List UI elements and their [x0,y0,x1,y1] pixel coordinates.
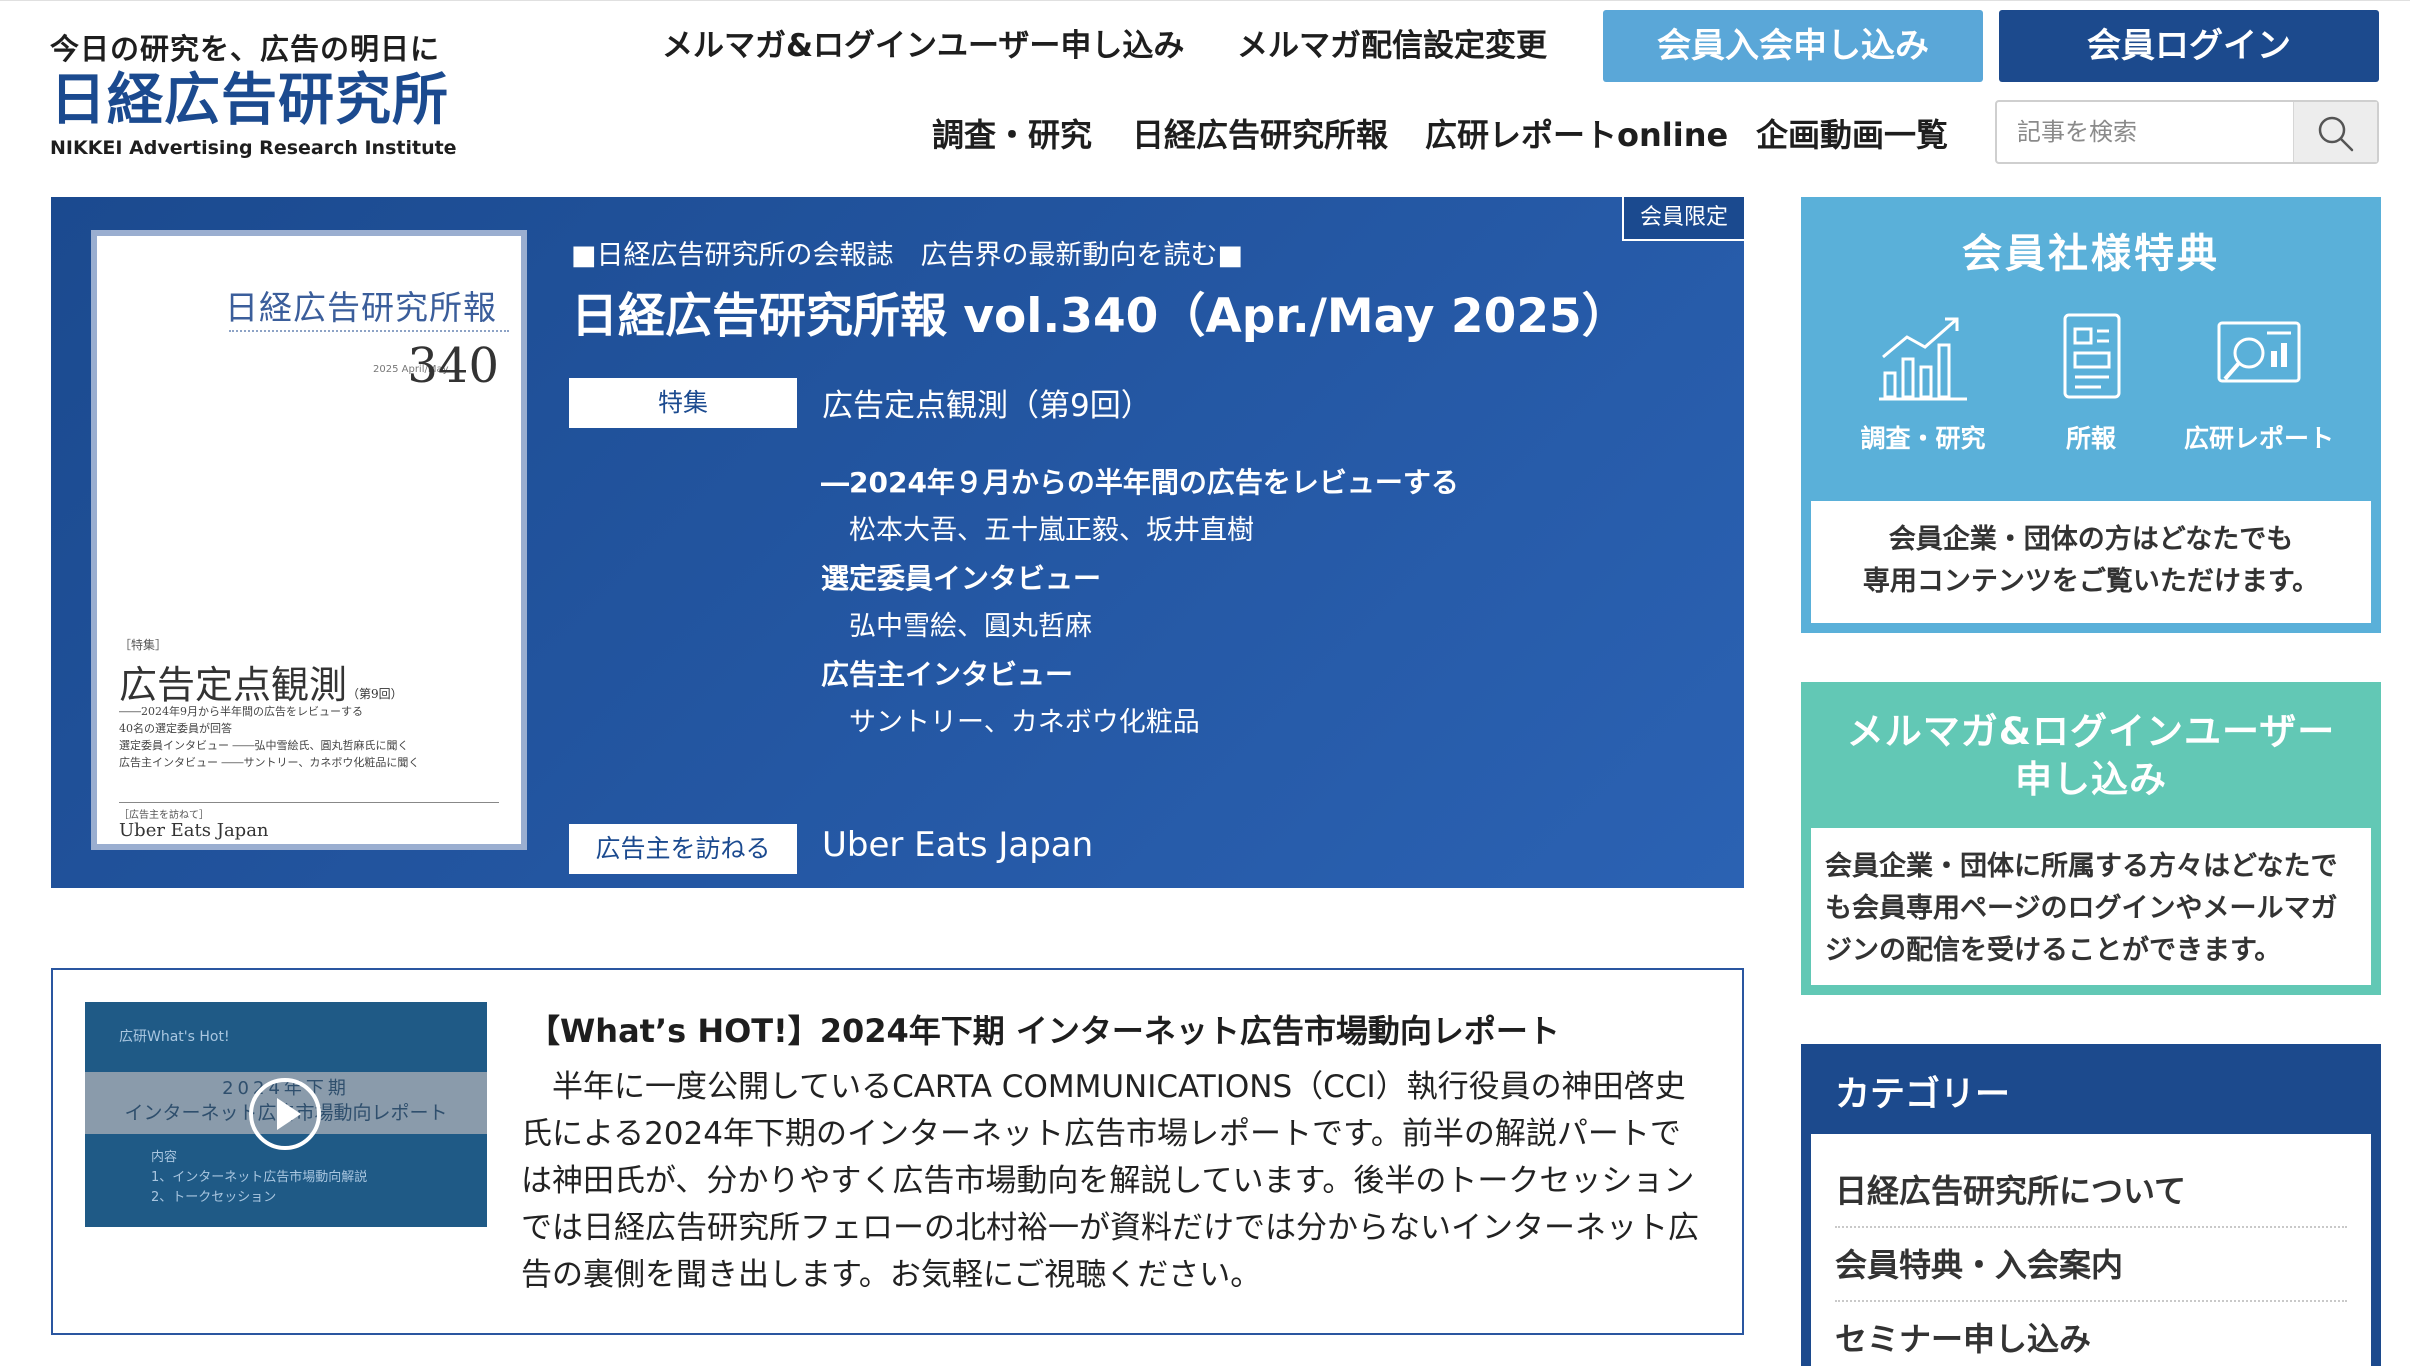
list-item: 選定委員インタビュー [821,562,1102,595]
perks-description-line: 会員企業・団体の方はどなたでも [1888,524,2294,555]
list-item: 松本大吾、五十嵐正毅、坂井直樹 [849,515,1254,546]
thumbnail-contents: 内容 1、インターネット広告市場動向解説 2、トークセッション [151,1148,367,1208]
report-magnifier-icon [2217,321,2301,383]
logo-tagline: 今日の研究を、広告の明日に [50,32,441,66]
perk-research: 調査・研究 [1843,307,2003,467]
chart-growth-icon [1879,317,1967,401]
search-box [1995,100,2379,164]
thumbnail-brand: 広研What's Hot! [119,1029,230,1045]
play-icon[interactable] [249,1078,321,1150]
category-title: カテゴリー [1835,1075,2011,1115]
category-item-about[interactable]: 日経広告研究所について [1835,1154,2347,1228]
perks-description: 会員企業・団体の方はどなたでも 専用コンテンツをご覧いただけます。 [1811,501,2371,623]
nav-videos[interactable]: 企画動画一覧 [1756,112,1948,158]
list-item: 広告主インタビュー [821,658,1074,691]
nav-research[interactable]: 調査・研究 [932,112,1092,158]
video-card: 広研What's Hot! 2024年下期 インターネット広告市場動向レポート … [51,968,1744,1335]
bulletin-cover-image[interactable]: 日経広告研究所報 2025 April/May 340 ［特集］ 広告定点観測（… [91,230,527,850]
nav-report-online[interactable]: 広研レポートonline [1425,112,1728,158]
feature-title-link[interactable]: 日経広告研究所報 vol.340（Apr./May 2025） [571,277,1629,346]
perk-label: 調査・研究 [1860,424,1986,453]
perk-label: 所報 [2065,424,2116,453]
members-only-badge: 会員限定 [1622,197,1744,241]
perks-title: 会員社様特典 [1962,231,2220,277]
page: 今日の研究を、広告の明日に 日経広告研究所 NIKKEI Advertising… [0,0,2410,1366]
thumbnail-contents-line: 1、インターネット広告市場動向解説 [151,1170,368,1185]
video-description: 半年に一度公開しているCARTA COMMUNICATIONS（CCI）執行役員… [521,1069,1699,1293]
bulletin-feature-banner: 会員限定 日経広告研究所報 2025 April/May 340 ［特集］ 広告… [51,197,1744,888]
list-item: サントリー、カネボウ化粧品 [849,707,1200,738]
newsletter-title-line: メルマガ&ログインユーザー [1846,710,2336,753]
join-membership-button[interactable]: 会員入会申し込み [1603,10,1983,82]
feature-contents-list: ―2024年９月からの半年間の広告をレビューする 松本大吾、五十嵐正毅、坂井直樹… [821,459,1701,747]
perks-description-line: 専用コンテンツをご覧いただけます。 [1862,566,2320,597]
advertiser-link[interactable]: Uber Eats Japan [822,825,1093,865]
cover-advertiser: Uber Eats Japan [119,820,269,841]
cover-issue-number: 340 [407,338,499,394]
site-logo[interactable]: 今日の研究を、広告の明日に 日経広告研究所 NIKKEI Advertising… [50,32,457,172]
list-item: 弘中雪絵、圓丸哲麻 [849,611,1092,642]
list-item: ―2024年９月からの半年間の広告をレビューする [821,466,1459,499]
search-icon [2318,116,2354,152]
newsletter-signup-banner[interactable]: メルマガ&ログインユーザー 申し込み 会員企業・団体に所属する方々はどなたでも会… [1801,682,2381,995]
member-login-button[interactable]: 会員ログイン [1999,10,2379,82]
newsletter-settings-link[interactable]: メルマガ配信設定変更 [1237,24,1547,68]
cover-contents: ――2024年9月から半年間の広告をレビューする 40名の選定委員が回答 選定委… [119,703,499,771]
category-item-membership[interactable]: 会員特典・入会案内 [1835,1228,2347,1302]
visit-advertiser-label: 広告主を訪ねる [569,824,797,874]
cover-line: 40名の選定委員が回答 [119,722,232,735]
cover-feature-title: 広告定点観測（第9回） [119,654,403,709]
cover-feature-title-text: 広告定点観測 [119,663,348,707]
cover-divider [119,802,499,803]
cover-line: 選定委員インタビュー ――弘中雪絵氏、圓丸哲麻氏に聞く [119,739,409,752]
perk-label: 広研レポート [2183,424,2334,453]
top-rule [0,0,2410,6]
search-input[interactable] [1997,102,2293,162]
special-feature-headline: 広告定点観測（第9回） [822,388,1152,424]
thumbnail-contents-line: 内容 [151,1150,178,1165]
cover-line: ――2024年9月から半年間の広告をレビューする [119,705,363,718]
document-icon [2063,313,2121,399]
perk-report: 広研レポート [2179,307,2339,467]
category-item-seminar[interactable]: セミナー申し込み [1835,1302,2347,1366]
cover-visit-tag: ［広告主を訪ねて］ [119,810,209,821]
search-button[interactable] [2293,102,2377,162]
newsletter-title-line: 申し込み [2015,758,2167,801]
video-thumbnail[interactable]: 広研What's Hot! 2024年下期 インターネット広告市場動向レポート … [85,1002,487,1227]
cover-title: 日経広告研究所報 [225,288,497,327]
cover-subtitle-rule [229,330,509,336]
cover-special-tag: ［特集］ [119,638,168,652]
cover-line: 広告主インタビュー ――サントリー、カネボウ化粧品に聞く [119,756,420,769]
category-panel: カテゴリー 日経広告研究所について 会員特典・入会案内 セミナー申し込み [1801,1044,2381,1366]
logo-name: 日経広告研究所 [50,68,449,133]
perk-bulletin: 所報 [2011,307,2171,467]
newsletter-title: メルマガ&ログインユーザー 申し込み [1801,708,2381,804]
category-list: 日経広告研究所について 会員特典・入会案内 セミナー申し込み [1811,1134,2371,1366]
member-perks-banner[interactable]: 会員社様特典 調査・研究 所報 広研レポート 会員企業・団体の方はどなたでも 専… [1801,197,2381,633]
newsletter-description: 会員企業・団体に所属する方々はどなたでも会員専用ページのログインやメールマガジン… [1811,828,2371,985]
thumbnail-contents-line: 2、トークセッション [151,1190,277,1205]
special-feature-label: 特集 [569,378,797,428]
cover-feature-round: （第9回） [347,687,403,701]
logo-english-name: NIKKEI Advertising Research Institute [50,137,457,159]
video-title-link[interactable]: 【What’s HOT!】2024年下期 インターネット広告市場動向レポート [528,1006,1560,1052]
newsletter-signup-link[interactable]: メルマガ&ログインユーザー申し込み [662,24,1184,68]
nav-bulletin[interactable]: 日経広告研究所報 [1132,112,1388,158]
feature-eyebrow: ■日経広告研究所の会報誌 広告界の最新動向を読む■ [571,240,1244,271]
